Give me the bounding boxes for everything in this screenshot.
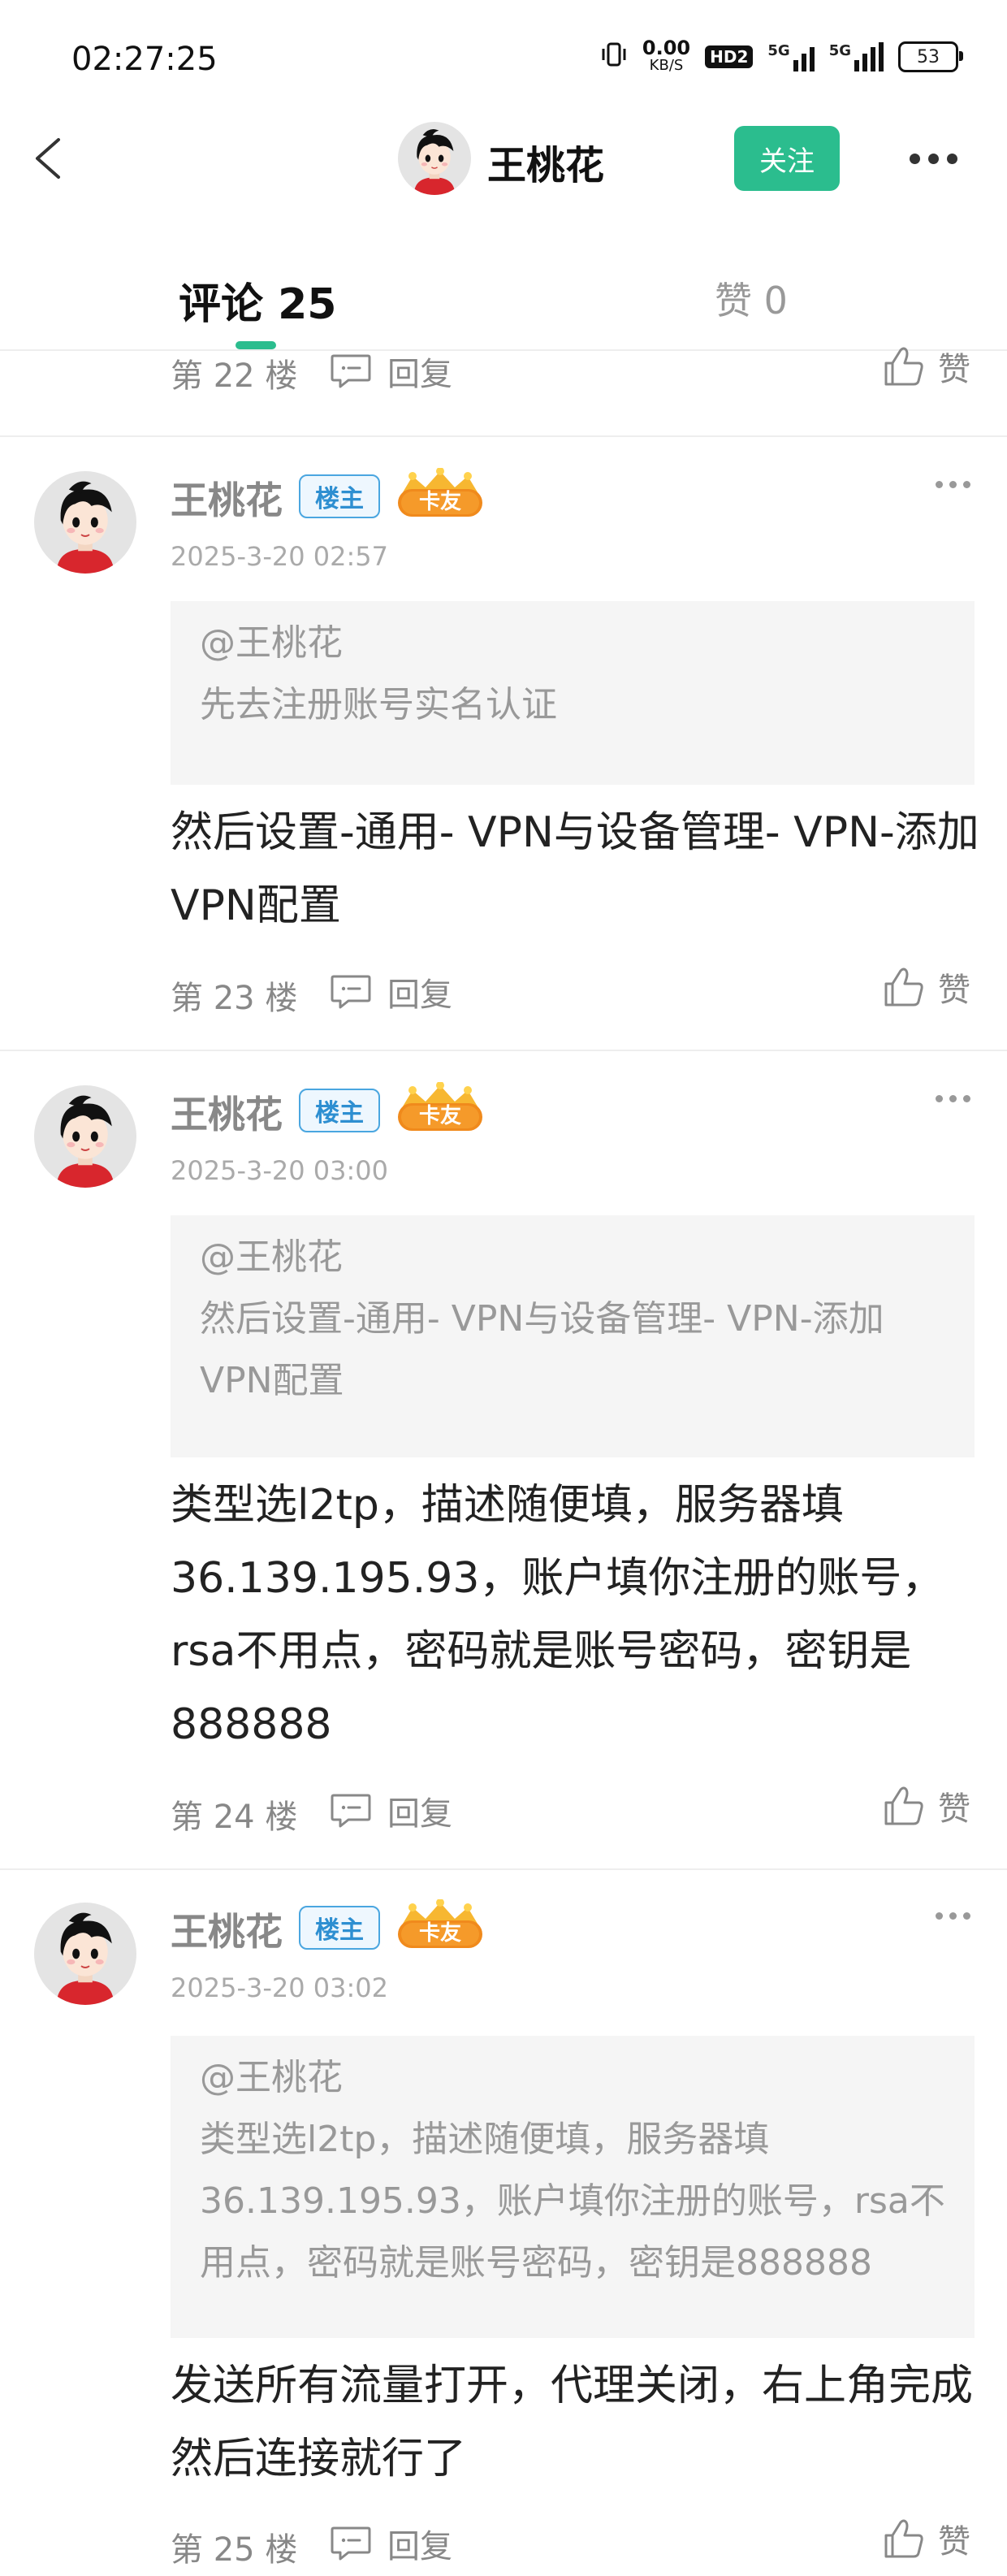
comment-time: 2025-3-20 03:00 (171, 1155, 388, 1186)
comment-footer-23: 第 23 楼 回复 赞 (0, 963, 1007, 1020)
net-speed-unit: KB/S (649, 57, 684, 74)
reply-icon (329, 973, 373, 1011)
comment-text: 发送所有流量打开，代理关闭，右上角完成然后连接就行了 (171, 2362, 974, 2483)
reply-button[interactable]: 回复 (329, 1787, 452, 1834)
status-icons: 0.00 KB/S HD2 5G 5G 53 (600, 37, 963, 75)
quoted-text: 类型选l2tp，描述随便填，服务器填36.139.195.93，账户填你注册的账… (200, 2119, 945, 2284)
back-button[interactable] (21, 130, 78, 187)
reply-label: 回复 (387, 2528, 452, 2565)
quoted-comment: @王桃花 先去注册账号实名认证 (171, 601, 975, 785)
quoted-comment: @王桃花 类型选l2tp，描述随便填，服务器填36.139.195.93，账户填… (171, 2036, 975, 2338)
quoted-text: 然后设置-通用- VPN与设备管理- VPN-添加VPN配置 (200, 1298, 884, 1401)
reply-label: 回复 (387, 1795, 452, 1833)
vibrate-icon (600, 41, 628, 74)
reply-icon (329, 1792, 373, 1829)
quoted-user: @王桃花 (200, 1236, 343, 1278)
hd-icon: HD2 (705, 45, 754, 68)
more-options-icon[interactable] (910, 146, 966, 171)
floor-number: 第 22 楼 (171, 357, 298, 395)
card-badge-label: 卡友 (419, 1921, 461, 1946)
comment-footer-22: 第 22 楼 回复 赞 (0, 348, 1007, 405)
floor-number: 第 23 楼 (171, 980, 298, 1017)
battery-icon: 53 (898, 41, 963, 72)
net-speed-value: 0.00 (642, 37, 691, 59)
floor-number: 第 25 楼 (171, 2531, 298, 2569)
status-time: 02:27:25 (71, 41, 218, 78)
profile-header: 王桃花 关注 (0, 114, 1007, 203)
card-friend-badge-icon: 卡友 (393, 1899, 487, 1953)
tab-likes[interactable]: 赞 0 (715, 271, 788, 325)
thumbs-up-icon (881, 344, 927, 389)
comment-time: 2025-3-20 03:02 (171, 1972, 388, 2003)
reply-label: 回复 (387, 976, 452, 1014)
comment-text: 然后设置-通用- VPN与设备管理- VPN-添加VPN配置 (171, 808, 979, 930)
like-label: 赞 (938, 2523, 970, 2561)
like-button[interactable]: 赞 (881, 343, 970, 390)
like-label: 赞 (938, 1790, 970, 1828)
signal-2-icon: 5G (829, 42, 884, 71)
reply-icon (329, 353, 373, 390)
reply-label: 回复 (387, 356, 452, 393)
comment-time: 2025-3-20 02:57 (171, 541, 388, 572)
comment-footer-25: 第 25 楼 回复 赞 (0, 2515, 1007, 2572)
divider (0, 435, 1007, 437)
user-avatar[interactable] (34, 471, 136, 574)
owner-badge: 楼主 (299, 474, 380, 518)
header-user-name[interactable]: 王桃花 (487, 133, 604, 190)
user-avatar[interactable] (34, 1903, 136, 2005)
reply-icon (329, 2525, 373, 2562)
comment-user-name[interactable]: 王桃花 (171, 1903, 283, 1956)
card-badge-label: 卡友 (419, 490, 461, 514)
signal-2-label: 5G (828, 42, 851, 59)
header-avatar[interactable] (398, 122, 471, 195)
comment-user-name[interactable]: 王桃花 (171, 1085, 283, 1139)
owner-badge: 楼主 (299, 1089, 380, 1132)
divider (0, 1050, 1007, 1051)
signal-1-icon: 5G (767, 42, 815, 71)
comment-footer-24: 第 24 楼 回复 赞 (0, 1782, 1007, 1839)
quoted-user: @王桃花 (200, 622, 343, 664)
follow-button[interactable]: 关注 (734, 126, 840, 191)
status-bar: 02:27:25 0.00 KB/S HD2 5G 5G 53 (0, 0, 1007, 114)
thumbs-up-icon (881, 1783, 927, 1829)
quoted-text: 先去注册账号实名认证 (200, 684, 557, 725)
reply-button[interactable]: 回复 (329, 348, 452, 395)
card-badge-label: 卡友 (419, 1104, 461, 1128)
card-friend-badge-icon: 卡友 (393, 1082, 487, 1136)
tab-bar: 评论 25 赞 0 (0, 244, 1007, 351)
reply-button[interactable]: 回复 (329, 968, 452, 1015)
like-button[interactable]: 赞 (881, 2515, 970, 2562)
comment-more-icon[interactable] (936, 1095, 970, 1102)
thumbs-up-icon (881, 2516, 927, 2561)
chevron-left-icon (36, 138, 60, 179)
signal-1-label: 5G (767, 42, 790, 59)
like-label: 赞 (938, 972, 970, 1009)
owner-badge: 楼主 (299, 1906, 380, 1950)
floor-number: 第 24 楼 (171, 1799, 298, 1836)
tab-comments[interactable]: 评论 25 (179, 270, 336, 331)
comment-more-icon[interactable] (936, 1912, 970, 1920)
comment-more-icon[interactable] (936, 481, 970, 488)
quoted-comment: @王桃花 然后设置-通用- VPN与设备管理- VPN-添加VPN配置 (171, 1215, 975, 1457)
comment-user-name[interactable]: 王桃花 (171, 471, 283, 525)
net-speed: 0.00 KB/S (642, 37, 691, 75)
like-label: 赞 (938, 351, 970, 388)
thumbs-up-icon (881, 964, 927, 1010)
card-friend-badge-icon: 卡友 (393, 468, 487, 522)
reply-button[interactable]: 回复 (329, 2520, 452, 2567)
user-avatar[interactable] (34, 1085, 136, 1188)
quoted-user: @王桃花 (200, 2057, 343, 2098)
like-button[interactable]: 赞 (881, 963, 970, 1011)
divider (0, 1868, 1007, 1870)
comment-text: 类型选l2tp，描述随便填，服务器填36.139.195.93，账户填你注册的账… (171, 1481, 944, 1749)
like-button[interactable]: 赞 (881, 1782, 970, 1829)
